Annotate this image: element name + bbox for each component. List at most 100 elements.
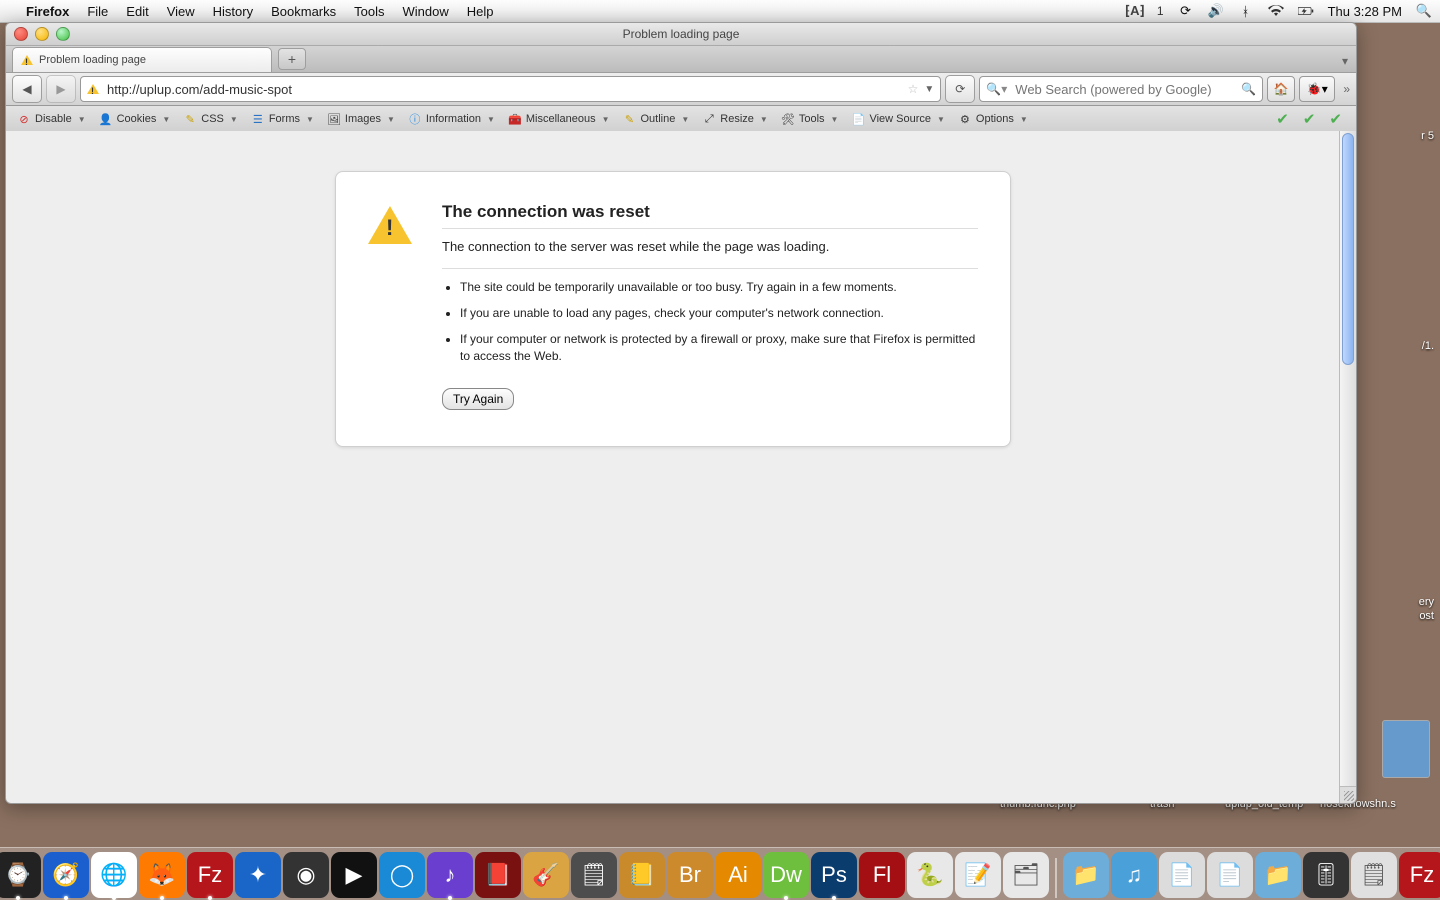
- dock-app-icon[interactable]: Fz: [187, 852, 233, 898]
- scrollbar-thumb[interactable]: [1342, 133, 1354, 365]
- firebug-button[interactable]: 🐞▾: [1299, 76, 1335, 102]
- validation-check-icon[interactable]: ✔: [1303, 110, 1316, 128]
- menu-history[interactable]: History: [213, 4, 253, 19]
- search-engine-icon[interactable]: 🔍▾: [986, 82, 1007, 96]
- menu-window[interactable]: Window: [403, 4, 449, 19]
- overflow-chevron-icon[interactable]: »: [1343, 82, 1350, 96]
- dev-miscellaneous[interactable]: 🧰Miscellaneous▼: [503, 110, 615, 128]
- home-button[interactable]: 🏠: [1267, 76, 1295, 102]
- adobe-badge: 1: [1157, 4, 1164, 18]
- dock-app-icon[interactable]: 🧭: [43, 852, 89, 898]
- dev-information[interactable]: ⓘInformation▼: [403, 110, 500, 128]
- dock-app-icon[interactable]: 📁: [1063, 852, 1109, 898]
- dock-app-icon[interactable]: 📝: [955, 852, 1001, 898]
- firefox-window: Problem loading page Problem loading pag…: [5, 22, 1357, 804]
- dock-app-icon[interactable]: 🦊: [139, 852, 185, 898]
- vertical-scrollbar[interactable]: [1339, 131, 1356, 787]
- dock-app-icon[interactable]: 🗂: [1003, 852, 1049, 898]
- dock-app-icon[interactable]: 🗒: [1351, 852, 1397, 898]
- menu-view[interactable]: View: [167, 4, 195, 19]
- search-input[interactable]: [1013, 81, 1235, 98]
- url-bar[interactable]: ☆ ▼: [80, 76, 941, 102]
- window-titlebar[interactable]: Problem loading page: [6, 23, 1356, 46]
- dev-resize[interactable]: ⤢Resize▼: [697, 110, 773, 128]
- dock-app-icon[interactable]: Dw: [763, 852, 809, 898]
- window-title: Problem loading page: [6, 27, 1356, 41]
- warning-icon: [21, 55, 33, 65]
- dock-app-icon[interactable]: ✦: [235, 852, 281, 898]
- dock-app-icon[interactable]: Fz: [1399, 852, 1440, 898]
- menu-tools[interactable]: Tools: [354, 4, 384, 19]
- dock-app-icon[interactable]: Ai: [715, 852, 761, 898]
- dev-outline[interactable]: ✎Outline▼: [618, 110, 695, 128]
- back-button[interactable]: ◀: [12, 75, 42, 103]
- dev-images[interactable]: 🖼Images▼: [322, 110, 400, 128]
- dock-app-icon[interactable]: Br: [667, 852, 713, 898]
- menu-help[interactable]: Help: [467, 4, 494, 19]
- web-developer-toolbar: ⊘Disable▼ 👤Cookies▼ ✎CSS▼ ☰Forms▼ 🖼Image…: [6, 106, 1356, 133]
- url-input[interactable]: [105, 81, 902, 98]
- warning-icon: [368, 206, 412, 244]
- site-identity-warning-icon[interactable]: [87, 84, 99, 94]
- dev-tools[interactable]: 🛠Tools▼: [776, 110, 844, 128]
- dock-app-icon[interactable]: 📁: [1255, 852, 1301, 898]
- dock-app-icon[interactable]: ◯: [379, 852, 425, 898]
- dock-app-icon[interactable]: 🌐: [91, 852, 137, 898]
- divider: [442, 228, 978, 229]
- dock-app-icon[interactable]: ♪: [427, 852, 473, 898]
- dock-app-icon[interactable]: 📄: [1159, 852, 1205, 898]
- dev-cookies[interactable]: 👤Cookies▼: [94, 110, 176, 128]
- dev-forms[interactable]: ☰Forms▼: [246, 110, 319, 128]
- divider: [442, 268, 978, 269]
- desktop-file[interactable]: [1376, 720, 1436, 781]
- bookmark-star-icon[interactable]: ☆: [908, 82, 919, 96]
- dock-app-icon[interactable]: ♫: [1111, 852, 1157, 898]
- dock: ☺⌚🧭🌐🦊Fz✦◉▶◯♪📕🎸🗒📒BrAiDwPsFl🐍📝🗂📁♫📄📄📁🎚🗒Fz🗑: [0, 847, 1440, 900]
- tab-label: Problem loading page: [39, 54, 146, 66]
- search-bar[interactable]: 🔍▾ 🔍: [979, 76, 1263, 102]
- dock-app-icon[interactable]: Ps: [811, 852, 857, 898]
- dev-css[interactable]: ✎CSS▼: [178, 110, 243, 128]
- dock-app-icon[interactable]: Fl: [859, 852, 905, 898]
- dock-app-icon[interactable]: 🐍: [907, 852, 953, 898]
- reload-button[interactable]: ⟳: [945, 75, 975, 103]
- clock[interactable]: Thu 3:28 PM: [1328, 4, 1402, 19]
- error-summary: The connection to the server was reset w…: [442, 239, 978, 254]
- spotlight-icon[interactable]: 🔍: [1416, 3, 1432, 19]
- wifi-icon[interactable]: [1268, 3, 1284, 19]
- battery-icon[interactable]: [1298, 3, 1314, 19]
- menu-bookmarks[interactable]: Bookmarks: [271, 4, 336, 19]
- dock-app-icon[interactable]: 🗒: [571, 852, 617, 898]
- dev-view-source[interactable]: 📄View Source▼: [846, 110, 949, 128]
- new-tab-button[interactable]: +: [278, 48, 306, 70]
- volume-icon[interactable]: 🔊: [1208, 3, 1224, 19]
- dev-disable[interactable]: ⊘Disable▼: [12, 110, 91, 128]
- validation-check-icon[interactable]: ✔: [1276, 110, 1289, 128]
- tabs-dropdown-icon[interactable]: ▾: [1334, 50, 1356, 72]
- dock-separator: [1055, 858, 1057, 898]
- dock-app-icon[interactable]: ⌚: [0, 852, 41, 898]
- bluetooth-icon[interactable]: ᚼ: [1238, 3, 1254, 19]
- dock-app-icon[interactable]: ◉: [283, 852, 329, 898]
- try-again-button[interactable]: Try Again: [442, 388, 514, 410]
- validation-check-icon[interactable]: ✔: [1329, 110, 1342, 128]
- resize-grip[interactable]: [1339, 786, 1356, 803]
- history-dropdown-icon[interactable]: ▼: [924, 84, 934, 95]
- forward-button[interactable]: ▶: [46, 75, 76, 103]
- dock-app-icon[interactable]: 📒: [619, 852, 665, 898]
- search-go-icon[interactable]: 🔍: [1241, 82, 1256, 96]
- dev-options[interactable]: ⚙Options▼: [953, 110, 1033, 128]
- dock-app-icon[interactable]: 📄: [1207, 852, 1253, 898]
- dock-app-icon[interactable]: 🎚: [1303, 852, 1349, 898]
- tab-active[interactable]: Problem loading page: [12, 47, 272, 72]
- dock-app-icon[interactable]: 🎸: [523, 852, 569, 898]
- desktop-label: r 5: [1421, 130, 1434, 142]
- page-content: The connection was reset The connection …: [6, 131, 1340, 803]
- adobe-status-icon[interactable]: ⁅A⁆: [1127, 3, 1143, 19]
- menu-file[interactable]: File: [87, 4, 108, 19]
- app-name[interactable]: Firefox: [26, 4, 69, 19]
- timemachine-icon[interactable]: ⟳: [1178, 3, 1194, 19]
- menu-edit[interactable]: Edit: [126, 4, 148, 19]
- dock-app-icon[interactable]: ▶: [331, 852, 377, 898]
- dock-app-icon[interactable]: 📕: [475, 852, 521, 898]
